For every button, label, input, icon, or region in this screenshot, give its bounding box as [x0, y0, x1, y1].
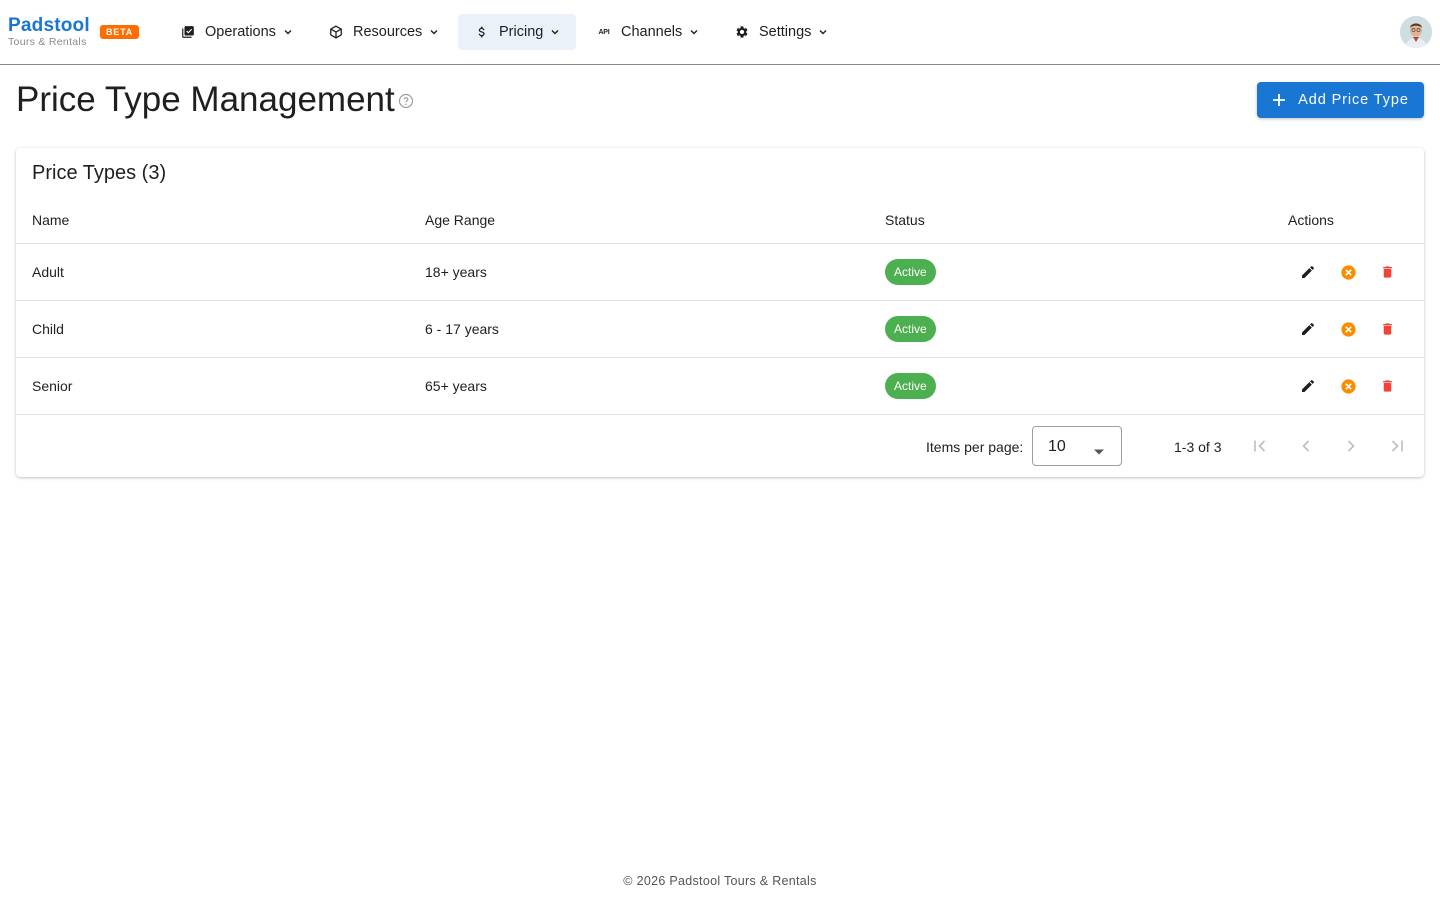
chevron-down-icon — [818, 27, 828, 37]
deactivate-icon[interactable] — [1339, 263, 1357, 281]
top-navigation-bar: Padstool Tours & Rentals BETA Operations… — [0, 0, 1440, 65]
cell-age-range: 65+ years — [425, 378, 487, 394]
brand-logo[interactable]: Padstool Tours & Rentals — [8, 15, 90, 49]
clipboard-check-icon — [180, 24, 196, 40]
nav-resources[interactable]: Resources — [320, 14, 446, 50]
brand-subtitle: Tours & Rentals — [8, 36, 87, 48]
table-row: Adult 18+ years Active — [16, 243, 1424, 300]
deactivate-icon[interactable] — [1339, 320, 1357, 338]
dollar-icon — [474, 24, 490, 40]
nav-pricing-label: Pricing — [499, 24, 544, 40]
items-per-page-label: Items per page: — [926, 439, 1024, 455]
chevron-down-icon — [283, 27, 293, 37]
card-title: Price Types (3) — [32, 162, 167, 184]
chevron-down-icon — [550, 27, 560, 37]
plus-icon — [1272, 93, 1286, 107]
nav-resources-label: Resources — [353, 24, 423, 40]
delete-icon[interactable] — [1378, 263, 1396, 281]
delete-icon[interactable] — [1378, 320, 1396, 338]
range-label: 1-3 of 3 — [1174, 439, 1222, 455]
cell-name: Senior — [32, 378, 73, 394]
column-header-actions: Actions — [1288, 212, 1334, 228]
column-header-status[interactable]: Status — [885, 212, 925, 228]
cell-age-range: 6 - 17 years — [425, 321, 499, 337]
column-header-name[interactable]: Name — [32, 212, 69, 228]
cell-name: Child — [32, 321, 64, 337]
next-page-icon[interactable] — [1341, 436, 1361, 456]
nav-operations[interactable]: Operations — [172, 14, 300, 50]
page-title: Price Type Management — [16, 80, 395, 119]
pagination: Items per page: 10 1-3 of 3 — [16, 414, 1424, 477]
last-page-icon[interactable] — [1387, 436, 1407, 456]
table-row: Child 6 - 17 years Active — [16, 300, 1424, 357]
add-price-type-label: Add Price Type — [1298, 92, 1409, 108]
gear-icon — [734, 24, 750, 40]
nav-settings[interactable]: Settings — [726, 14, 838, 50]
brand-name: Padstool — [8, 15, 90, 36]
beta-badge: BETA — [100, 25, 140, 39]
items-per-page-select[interactable]: 10 — [1032, 426, 1122, 466]
cell-age-range: 18+ years — [425, 264, 487, 280]
chevron-down-icon — [429, 27, 439, 37]
nav-channels-label: Channels — [621, 24, 683, 40]
price-types-card: Price Types (3) Name Age Range Status Ac… — [16, 148, 1424, 477]
nav-settings-label: Settings — [759, 24, 812, 40]
help-icon[interactable] — [398, 93, 414, 109]
user-avatar[interactable] — [1400, 16, 1432, 48]
status-badge: Active — [885, 373, 936, 399]
add-price-type-button[interactable]: Add Price Type — [1257, 82, 1424, 118]
chevron-down-icon — [689, 27, 699, 37]
column-header-age-range[interactable]: Age Range — [425, 212, 495, 228]
cell-name: Adult — [32, 264, 64, 280]
edit-icon[interactable] — [1299, 263, 1317, 281]
status-badge: Active — [885, 259, 936, 285]
nav-operations-label: Operations — [205, 24, 276, 40]
delete-icon[interactable] — [1378, 377, 1396, 395]
status-badge: Active — [885, 316, 936, 342]
table-row: Senior 65+ years Active — [16, 357, 1424, 414]
nav-pricing[interactable]: Pricing — [458, 14, 576, 50]
cube-icon — [328, 24, 344, 40]
edit-icon[interactable] — [1299, 377, 1317, 395]
nav-channels[interactable]: API Channels — [588, 14, 712, 50]
api-icon: API — [598, 28, 610, 36]
previous-page-icon[interactable] — [1296, 436, 1316, 456]
deactivate-icon[interactable] — [1339, 377, 1357, 395]
edit-icon[interactable] — [1299, 320, 1317, 338]
items-per-page-value: 10 — [1048, 438, 1066, 455]
footer-copyright: © 2026 Padstool Tours & Rentals — [623, 874, 817, 888]
caret-down-icon — [1093, 443, 1105, 455]
first-page-icon[interactable] — [1250, 436, 1270, 456]
